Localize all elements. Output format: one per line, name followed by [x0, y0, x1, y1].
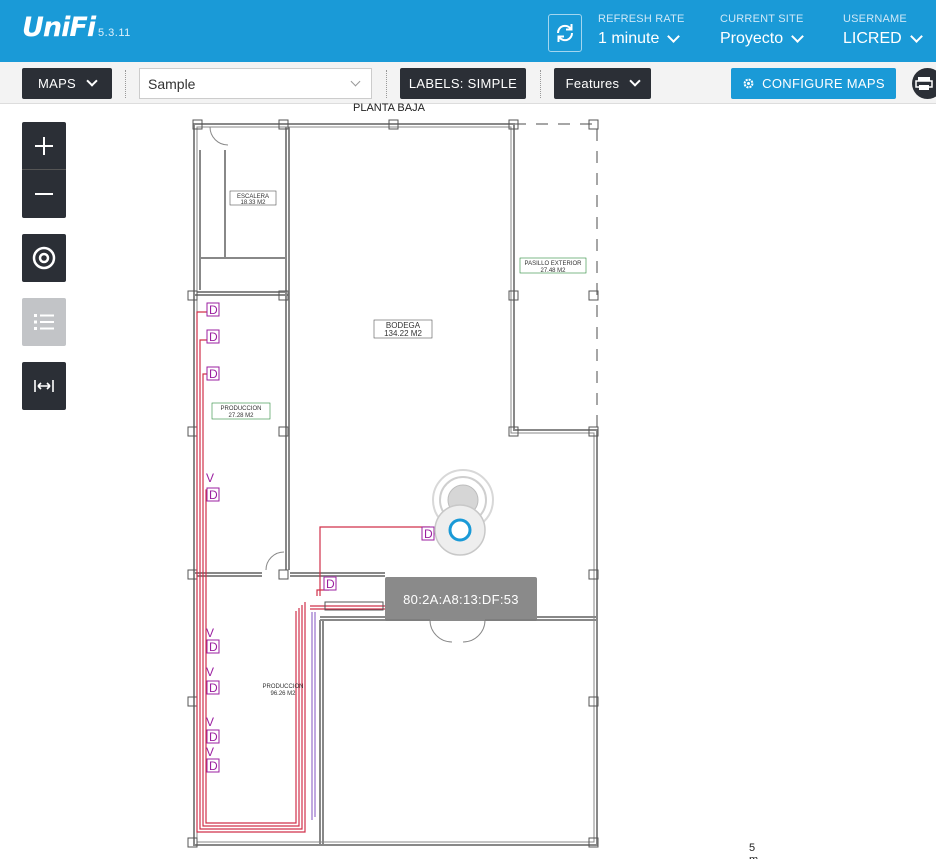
voice-outlet-icon: V: [206, 715, 214, 729]
labels-button[interactable]: LABELS: SIMPLE: [400, 68, 526, 99]
toolbar-divider: [125, 70, 126, 98]
fit-width-button[interactable]: [22, 362, 66, 410]
zoom-out-button[interactable]: [22, 170, 66, 218]
room-label-produccion1-area: 27.28 M2: [228, 413, 254, 419]
configure-maps-label: CONFIGURE MAPS: [762, 76, 885, 91]
floor-plan[interactable]: ESCALERA 18.33 M2 PASILLO EXTERIOR 27.48…: [185, 100, 615, 855]
maps-menu-button[interactable]: MAPS: [22, 68, 112, 99]
username-value: LICRED: [843, 30, 902, 47]
zoom-out-icon: [35, 193, 53, 195]
current-site-label: CURRENT SITE: [720, 13, 804, 25]
center-map-button[interactable]: [22, 234, 66, 282]
data-outlet-icon: D: [209, 640, 218, 654]
chevron-down-icon: [791, 30, 805, 43]
refresh-icon: [556, 24, 574, 42]
scale-label: 5 m: [749, 842, 758, 859]
room-label-produccion2-name: PRODUCCION: [262, 684, 303, 690]
chevron-down-icon: [909, 30, 923, 43]
zoom-control: [22, 122, 66, 218]
printer-icon: [915, 77, 933, 90]
data-outlet-icon: D: [209, 367, 218, 381]
walls: [193, 123, 598, 846]
toolbar-divider: [386, 70, 387, 98]
chevron-down-icon: [86, 75, 98, 87]
data-outlet-icon: D: [209, 330, 218, 344]
maps-toolbar: MAPS Sample LABELS: SIMPLE Features CONF…: [0, 62, 936, 104]
refresh-rate-label: REFRESH RATE: [598, 13, 685, 25]
features-button[interactable]: Features: [554, 68, 651, 99]
list-icon: [34, 314, 54, 330]
data-outlet-icon: D: [209, 681, 218, 695]
map-select-value: Sample: [148, 75, 196, 92]
chevron-down-icon: [629, 75, 642, 87]
unifi-logo[interactable]: UniFi: [22, 12, 96, 43]
refresh-rate-value: 1 minute: [598, 30, 660, 47]
list-view-button[interactable]: [22, 298, 66, 346]
data-outlet-icon: D: [209, 488, 218, 502]
chevron-down-icon: [350, 76, 361, 87]
features-label: Features: [565, 76, 620, 91]
room-label-produccion2-area: 96.26 M2: [270, 691, 296, 697]
username-label: USERNAME: [843, 13, 907, 25]
gear-icon: [743, 78, 754, 89]
username-group[interactable]: USERNAME LICRED: [843, 13, 923, 48]
version-label: 5.3.11: [98, 27, 131, 39]
refresh-button[interactable]: [548, 14, 582, 52]
room-label-pasillo-name: PASILLO EXTERIOR: [525, 261, 583, 267]
maps-menu-label: MAPS: [37, 76, 77, 91]
room-label-escalera-area: 18.33 M2: [240, 200, 266, 206]
secondary-cables: [311, 612, 316, 820]
print-button[interactable]: [912, 68, 936, 99]
voice-outlet-icon: V: [206, 665, 214, 679]
data-outlet-icon: D: [209, 730, 218, 744]
current-site-value: Proyecto: [720, 30, 784, 47]
target-icon: [32, 246, 56, 270]
voice-outlet-icon: V: [206, 745, 214, 759]
room-label-bodega-area: 134.22 M2: [384, 329, 422, 338]
refresh-rate-group[interactable]: REFRESH RATE 1 minute: [598, 13, 685, 48]
data-outlet-icon: D: [209, 759, 218, 773]
zoom-in-icon: [35, 136, 53, 155]
data-outlet-icon: D: [209, 303, 218, 317]
room-label-pasillo-area: 27.48 M2: [540, 268, 566, 274]
chevron-down-icon: [667, 30, 681, 43]
map-scale: 5 m: [749, 842, 936, 859]
room-labels: ESCALERA 18.33 M2 PASILLO EXTERIOR 27.48…: [211, 190, 587, 697]
room-label-produccion1-name: PRODUCCION: [220, 406, 261, 412]
voice-outlet-icon: V: [206, 626, 214, 640]
fit-width-icon: [34, 380, 54, 392]
column-markers: [187, 119, 599, 848]
current-site-group[interactable]: CURRENT SITE Proyecto: [720, 13, 805, 48]
access-point-device[interactable]: [432, 469, 494, 556]
data-outlet-icon: D: [424, 527, 433, 541]
toolbar-divider: [540, 70, 541, 98]
device-mac-tooltip: 80:2A:A8:13:DF:53: [385, 577, 537, 621]
labels-label: LABELS: SIMPLE: [408, 76, 518, 91]
zoom-in-button[interactable]: [22, 122, 66, 170]
data-outlet-icon: D: [326, 577, 335, 591]
top-bar: UniFi 5.3.11 REFRESH RATE 1 minute CURRE…: [0, 0, 936, 62]
configure-maps-button[interactable]: CONFIGURE MAPS: [731, 68, 896, 99]
voice-outlet-icon: V: [206, 471, 214, 485]
map-select[interactable]: Sample: [139, 68, 372, 99]
